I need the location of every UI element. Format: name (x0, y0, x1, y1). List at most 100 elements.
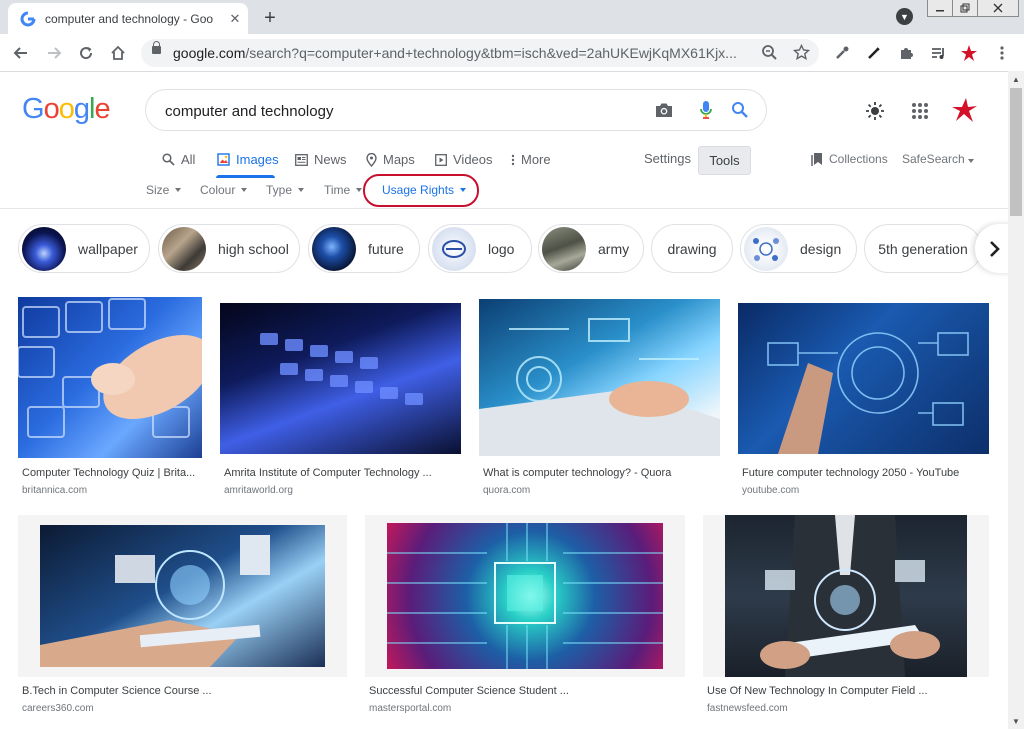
scroll-down-arrow-icon[interactable]: ▼ (1008, 713, 1024, 729)
filter-time[interactable]: Time (324, 183, 363, 197)
forward-arrow-icon[interactable] (43, 42, 65, 64)
reload-icon[interactable] (75, 42, 97, 64)
filter-size[interactable]: Size (146, 183, 182, 197)
tab-images[interactable]: Images (217, 151, 279, 168)
result-source[interactable]: mastersportal.com (369, 703, 451, 714)
chevron-down-icon (967, 159, 974, 163)
result-thumbnail[interactable] (738, 303, 989, 454)
result-title[interactable]: Successful Computer Science Student ... (369, 685, 569, 697)
browser-tab[interactable]: computer and technology - Goo ✕ (8, 3, 248, 34)
search-icon[interactable] (729, 99, 751, 121)
filter-colour[interactable]: Colour (200, 183, 248, 197)
result-thumbnail[interactable] (18, 515, 347, 677)
image-result-youtube[interactable]: Future computer technology 2050 - YouTub… (738, 303, 989, 497)
microphone-icon[interactable] (695, 99, 717, 121)
result-title[interactable]: Use Of New Technology In Computer Field … (707, 685, 928, 697)
window-close-button[interactable] (977, 0, 1019, 17)
chip-drawing[interactable]: drawing (651, 224, 733, 273)
chip-wallpaper[interactable]: wallpaper (18, 224, 150, 273)
chip-design[interactable]: design (740, 224, 857, 273)
search-small-icon (162, 153, 175, 166)
chip-thumbnail (22, 226, 66, 271)
tab-maps[interactable]: Maps (366, 151, 415, 168)
collections-link[interactable]: Collections (811, 152, 888, 166)
new-tab-button[interactable]: + (259, 7, 281, 30)
result-thumbnail[interactable] (365, 515, 685, 677)
tab-videos[interactable]: Videos (435, 151, 493, 168)
map-pin-icon (366, 152, 377, 167)
eyedropper-extension-icon[interactable] (832, 43, 852, 63)
result-thumbnail[interactable] (220, 303, 461, 454)
logo-letter: o (43, 93, 60, 125)
result-source[interactable]: amritaworld.org (224, 485, 293, 496)
chip-thumbnail (744, 226, 788, 271)
safesearch-dropdown[interactable]: SafeSearch (902, 152, 974, 166)
minimize-button[interactable] (927, 0, 953, 17)
scrollbar-thumb[interactable] (1010, 88, 1022, 216)
settings-link[interactable]: Settings (644, 151, 691, 166)
chevron-down-icon (241, 188, 248, 192)
home-icon[interactable] (107, 42, 129, 64)
browser-menu-icon[interactable] (992, 43, 1012, 63)
chevron-right-icon (990, 240, 1000, 257)
search-input[interactable] (163, 100, 637, 122)
tools-button[interactable]: Tools (698, 146, 751, 175)
chip-future[interactable]: future (308, 224, 420, 273)
image-result-mastersportal[interactable]: Successful Computer Science Student ... … (365, 515, 685, 715)
image-result-amritaworld[interactable]: Amrita Institute of Computer Technology … (220, 303, 461, 497)
tab-more[interactable]: More (511, 151, 551, 168)
theme-brightness-icon[interactable] (863, 99, 887, 123)
video-play-icon (435, 153, 447, 166)
result-thumbnail[interactable] (18, 297, 202, 458)
back-arrow-icon[interactable] (10, 42, 32, 64)
chip-5th-generation[interactable]: 5th generation (864, 224, 982, 273)
image-result-careers360[interactable]: B.Tech in Computer Science Course ... ca… (18, 515, 347, 715)
tab-news[interactable]: News (295, 151, 347, 168)
header-divider (0, 208, 1008, 209)
tab-close-icon[interactable]: ✕ (227, 11, 243, 27)
result-title[interactable]: Computer Technology Quiz | Brita... (22, 467, 195, 479)
result-source[interactable]: fastnewsfeed.com (707, 703, 788, 714)
google-logo[interactable]: Google (22, 93, 111, 126)
pen-extension-icon[interactable] (864, 43, 884, 63)
restore-button[interactable] (952, 0, 978, 17)
result-title[interactable]: Amrita Institute of Computer Technology … (224, 467, 432, 479)
profile-star-icon[interactable] (959, 43, 979, 63)
result-title[interactable]: B.Tech in Computer Science Course ... (22, 685, 212, 697)
image-result-fastnewsfeed[interactable]: Use Of New Technology In Computer Field … (703, 515, 989, 715)
image-result-quora[interactable]: What is computer technology? - Quora quo… (479, 299, 720, 497)
camera-icon[interactable] (653, 99, 675, 121)
google-favicon-icon (20, 11, 36, 27)
tab-all[interactable]: All (162, 151, 195, 168)
tab-search-icon[interactable]: ▼ (896, 8, 913, 25)
filter-type[interactable]: Type (266, 183, 305, 197)
logo-letter: e (94, 93, 110, 125)
apps-grid-icon[interactable] (908, 99, 932, 123)
account-avatar-icon[interactable] (950, 97, 978, 125)
chip-label: wallpaper (78, 240, 138, 257)
result-source[interactable]: careers360.com (22, 703, 94, 714)
address-bar[interactable]: google.com/search?q=computer+and+technol… (141, 39, 819, 67)
bookmark-star-icon[interactable] (792, 43, 811, 66)
zoom-icon[interactable] (761, 44, 778, 66)
chip-high-school[interactable]: high school (158, 224, 300, 273)
result-thumbnail[interactable] (479, 299, 720, 456)
chip-thumbnail (312, 226, 356, 271)
image-result-britannica[interactable]: Computer Technology Quiz | Brita... brit… (18, 297, 202, 497)
chip-logo[interactable]: logo (428, 224, 532, 273)
media-queue-icon[interactable] (928, 43, 948, 63)
result-source[interactable]: youtube.com (742, 485, 799, 496)
result-source[interactable]: quora.com (483, 485, 530, 496)
more-vertical-icon (511, 154, 515, 165)
scroll-up-arrow-icon[interactable]: ▲ (1008, 71, 1024, 87)
safesearch-label: SafeSearch (902, 152, 965, 166)
chip-label: design (800, 240, 842, 257)
result-thumbnail[interactable] (703, 515, 989, 677)
logo-letter: G (22, 93, 45, 125)
extensions-puzzle-icon[interactable] (896, 43, 916, 63)
result-title[interactable]: Future computer technology 2050 - YouTub… (742, 467, 959, 479)
result-title[interactable]: What is computer technology? - Quora (483, 467, 671, 479)
chevron-down-icon (356, 188, 363, 192)
result-source[interactable]: britannica.com (22, 485, 87, 496)
chip-army[interactable]: army (538, 224, 644, 273)
